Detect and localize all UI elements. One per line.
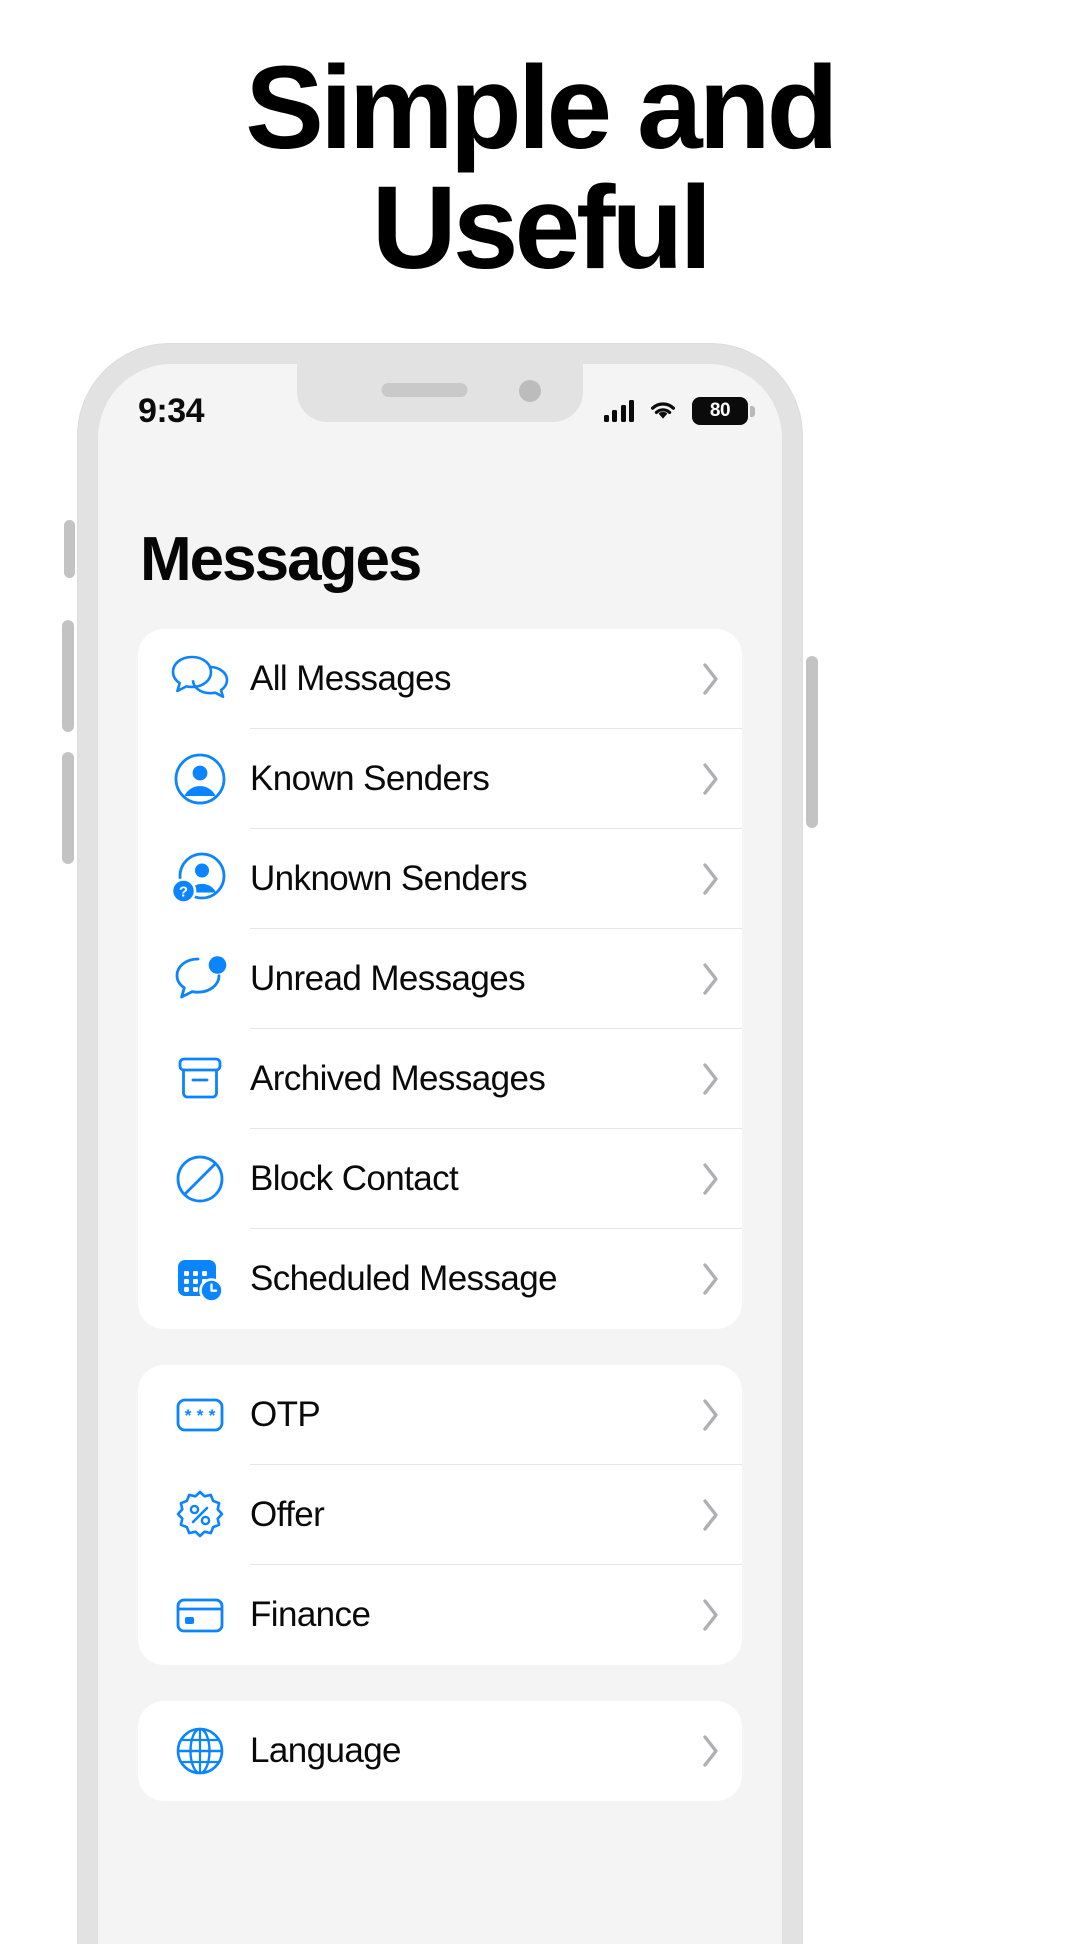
list-item-known-senders[interactable]: Known Senders (138, 729, 742, 829)
list-item-label: All Messages (250, 659, 452, 698)
chevron-right-icon (680, 1162, 742, 1196)
list-group-categories: * * * OTP Offer Finance (138, 1365, 742, 1665)
phone-screen: 9:34 80 Messages All Messages Known Send… (98, 364, 782, 1944)
list-item-archived-messages[interactable]: Archived Messages (138, 1029, 742, 1129)
percent-badge-icon (164, 1489, 236, 1541)
list-item-finance[interactable]: Finance (138, 1565, 742, 1665)
chevron-right-icon (680, 962, 742, 996)
chevron-right-icon (680, 1734, 742, 1768)
chevron-right-icon (680, 762, 742, 796)
volume-up-button[interactable] (62, 620, 74, 732)
list-group-settings: Language (138, 1701, 742, 1801)
page-headline: Simple and Useful (0, 0, 1080, 289)
list-item-label: Language (250, 1731, 402, 1770)
phone-mockup: 9:34 80 Messages All Messages Known Send… (62, 344, 818, 1944)
list-item-label: OTP (250, 1395, 321, 1434)
svg-text:*: * (209, 1406, 216, 1425)
battery-level: 80 (709, 400, 731, 421)
list-item-scheduled-message[interactable]: Scheduled Message (138, 1229, 742, 1329)
headline-line-2: Useful (371, 162, 713, 295)
cellular-bars-icon (603, 400, 634, 422)
power-button[interactable] (806, 656, 818, 828)
list-item-label: Scheduled Message (250, 1259, 558, 1298)
block-circle-icon (164, 1153, 236, 1205)
status-icons: 80 (603, 397, 755, 425)
status-time: 9:34 (138, 391, 205, 430)
list-item-label: Block Contact (250, 1159, 459, 1198)
archive-box-icon (164, 1053, 236, 1105)
svg-text:*: * (197, 1406, 204, 1425)
list-item-unread-messages[interactable]: Unread Messages (138, 929, 742, 1029)
chevron-right-icon (680, 1598, 742, 1632)
volume-down-button[interactable] (62, 752, 74, 864)
chat-bubbles-icon (164, 653, 236, 705)
chevron-right-icon (680, 662, 742, 696)
messages-app: Messages All Messages Known Senders ? Un… (98, 440, 782, 1944)
list-item-all-messages[interactable]: All Messages (138, 629, 742, 729)
list-item-block-contact[interactable]: Block Contact (138, 1129, 742, 1229)
chevron-right-icon (680, 1498, 742, 1532)
list-item-unknown-senders[interactable]: ? Unknown Senders (138, 829, 742, 929)
bubble-badge-icon (164, 953, 236, 1005)
chevron-right-icon (680, 1262, 742, 1296)
list-item-label: Offer (250, 1495, 325, 1534)
calendar-clock-icon (164, 1253, 236, 1305)
list-item-offer[interactable]: Offer (138, 1465, 742, 1565)
headline-line-1: Simple and (245, 42, 838, 174)
svg-text:*: * (185, 1406, 192, 1425)
wifi-icon (651, 402, 675, 419)
status-bar: 9:34 80 (98, 364, 782, 440)
person-circle-icon (164, 752, 236, 806)
list-item-label: Unread Messages (250, 959, 526, 998)
list-item-label: Finance (250, 1595, 371, 1634)
page-title: Messages (140, 525, 422, 594)
list-item-language[interactable]: Language (138, 1701, 742, 1801)
chevron-right-icon (680, 1398, 742, 1432)
asterisk-code-icon: * * * (164, 1394, 236, 1436)
list-item-label: Known Senders (250, 759, 490, 798)
globe-icon (164, 1725, 236, 1777)
person-question-icon: ? (164, 851, 236, 907)
list-group-primary: All Messages Known Senders ? Unknown Sen… (138, 629, 742, 1329)
svg-text:?: ? (179, 883, 188, 900)
credit-card-icon (164, 1594, 236, 1636)
list-item-otp[interactable]: * * * OTP (138, 1365, 742, 1465)
silent-switch-button[interactable] (64, 520, 75, 578)
battery-icon: 80 (692, 397, 755, 425)
list-item-label: Archived Messages (250, 1059, 546, 1098)
chevron-right-icon (680, 1062, 742, 1096)
list-item-label: Unknown Senders (250, 859, 528, 898)
chevron-right-icon (680, 862, 742, 896)
